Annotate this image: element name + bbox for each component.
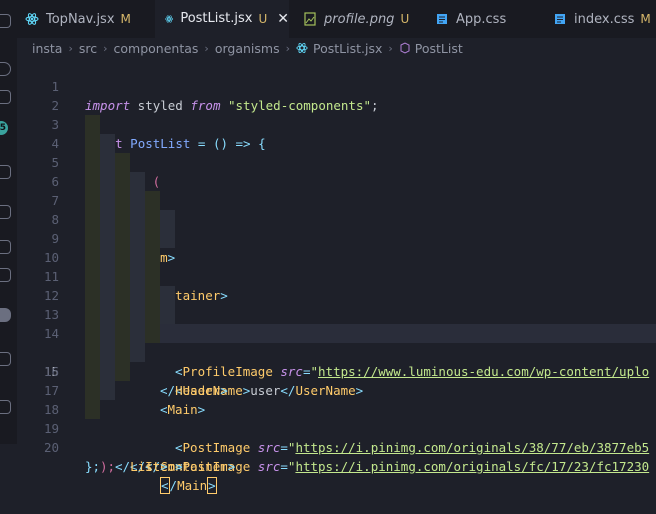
close-icon[interactable]: ✕ <box>277 11 289 27</box>
css-icon <box>437 14 447 24</box>
code-line: 9 <ProfileImage src="https://www.luminou… <box>17 210 656 379</box>
code-link[interactable]: https://i.pinimg.com/originals/38/77/eb/… <box>295 440 649 455</box>
live-share-icon[interactable] <box>0 352 11 366</box>
explorer-icon[interactable] <box>0 14 11 28</box>
react-icon <box>165 15 174 22</box>
react-icon <box>25 13 39 25</box>
code-token: List <box>130 459 161 474</box>
code-token: PostImage <box>182 440 251 455</box>
source-control-badge: 5 <box>0 121 8 135</box>
code-token: ); <box>100 459 116 474</box>
code-line: 16 </Container> <box>17 343 656 474</box>
code-line: 12 <Main> <box>17 267 656 417</box>
code-line: 8 <Header> <box>17 191 656 341</box>
tab-label: App.css <box>456 11 507 27</box>
code-line: 11 </Header> <box>17 248 656 398</box>
extensions-icon[interactable] <box>0 205 11 219</box>
code-line: 3 const PostList = () => { <box>17 96 656 151</box>
tab-topnav[interactable]: TopNav.jsx M <box>25 0 155 38</box>
code-token: src <box>257 440 281 455</box>
tab-app-css[interactable]: App.css <box>435 0 535 38</box>
code-token: Main <box>177 478 208 493</box>
tab-status: M <box>120 12 131 26</box>
image-icon <box>304 12 316 26</box>
activity-bar: 5 <box>0 0 17 444</box>
chevron-right-icon: › <box>285 41 290 55</box>
code-line: 19 ); <box>17 400 656 474</box>
code-line: 2 <box>17 77 656 113</box>
breadcrumb-item[interactable]: src <box>79 41 97 56</box>
code-line: 13 <PostImage src="https://i.pinimg.com/… <box>17 286 656 455</box>
run-debug-icon[interactable] <box>0 165 11 179</box>
source-control-icon[interactable] <box>0 90 11 104</box>
chevron-right-icon: › <box>388 41 393 55</box>
breadcrumb-item[interactable]: PostList.jsx <box>313 41 382 56</box>
tab-label: index.css <box>574 11 635 27</box>
code-line: 5 <List> <box>17 134 656 227</box>
code-line: 10 <UserName>user</UserName> <box>17 229 656 398</box>
code-line: 1 import styled from "styled-components"… <box>17 58 656 113</box>
chevron-right-icon: › <box>204 41 209 55</box>
code-line: 7 <Container> <box>17 172 656 303</box>
chevron-right-icon: › <box>103 41 108 55</box>
code-line: 20 }; <box>17 419 656 474</box>
accounts-icon[interactable] <box>0 400 11 414</box>
symbol-variable-icon <box>400 42 410 54</box>
breadcrumb: insta › src › componentas › organisms › … <box>17 38 656 58</box>
code-token: src <box>257 459 281 474</box>
code-token: }; <box>85 459 101 474</box>
react-icon <box>296 43 308 53</box>
css-icon <box>555 14 565 24</box>
line-number: 20 <box>43 440 59 455</box>
testing-icon[interactable] <box>0 268 11 282</box>
breadcrumb-item[interactable]: insta <box>32 41 62 56</box>
tab-status: U <box>400 12 410 26</box>
tab-label: TopNav.jsx <box>46 11 115 27</box>
breadcrumb-item[interactable]: PostList <box>415 41 463 56</box>
tab-label: PostList.jsx <box>180 11 253 26</box>
code-editor[interactable]: 1 import styled from "styled-components"… <box>17 58 656 494</box>
docker-icon[interactable] <box>0 308 11 322</box>
editor-tabs: TopNav.jsx M PostList.jsx U ✕ profile.pn… <box>17 0 656 38</box>
breadcrumb-item[interactable]: organisms <box>215 41 280 56</box>
tab-profile-png[interactable]: profile.png U <box>303 0 423 38</box>
remote-explorer-icon[interactable] <box>0 240 11 254</box>
tab-index-css[interactable]: index.css M <box>553 0 656 38</box>
code-line: 18 </List> <box>17 381 656 474</box>
tab-postlist[interactable]: PostList.jsx U ✕ <box>155 0 289 38</box>
tab-status: U <box>258 11 268 26</box>
code-line-current: 15 </Main> <box>17 324 656 494</box>
code-line: 14 <PostImage src="https://i.pinimg.com/… <box>17 305 656 474</box>
search-icon[interactable] <box>0 62 11 76</box>
tab-status: M <box>640 12 651 26</box>
code-line: 17 </Item> <box>17 362 656 474</box>
breadcrumb-item[interactable]: componentas <box>114 41 199 56</box>
code-line: 4 return ( <box>17 115 656 189</box>
tab-label: profile.png <box>324 11 395 27</box>
code-link[interactable]: https://i.pinimg.com/originals/fc/17/23/… <box>295 459 649 474</box>
chevron-right-icon: › <box>68 41 73 55</box>
code-line: 6 <Item> <box>17 153 656 265</box>
